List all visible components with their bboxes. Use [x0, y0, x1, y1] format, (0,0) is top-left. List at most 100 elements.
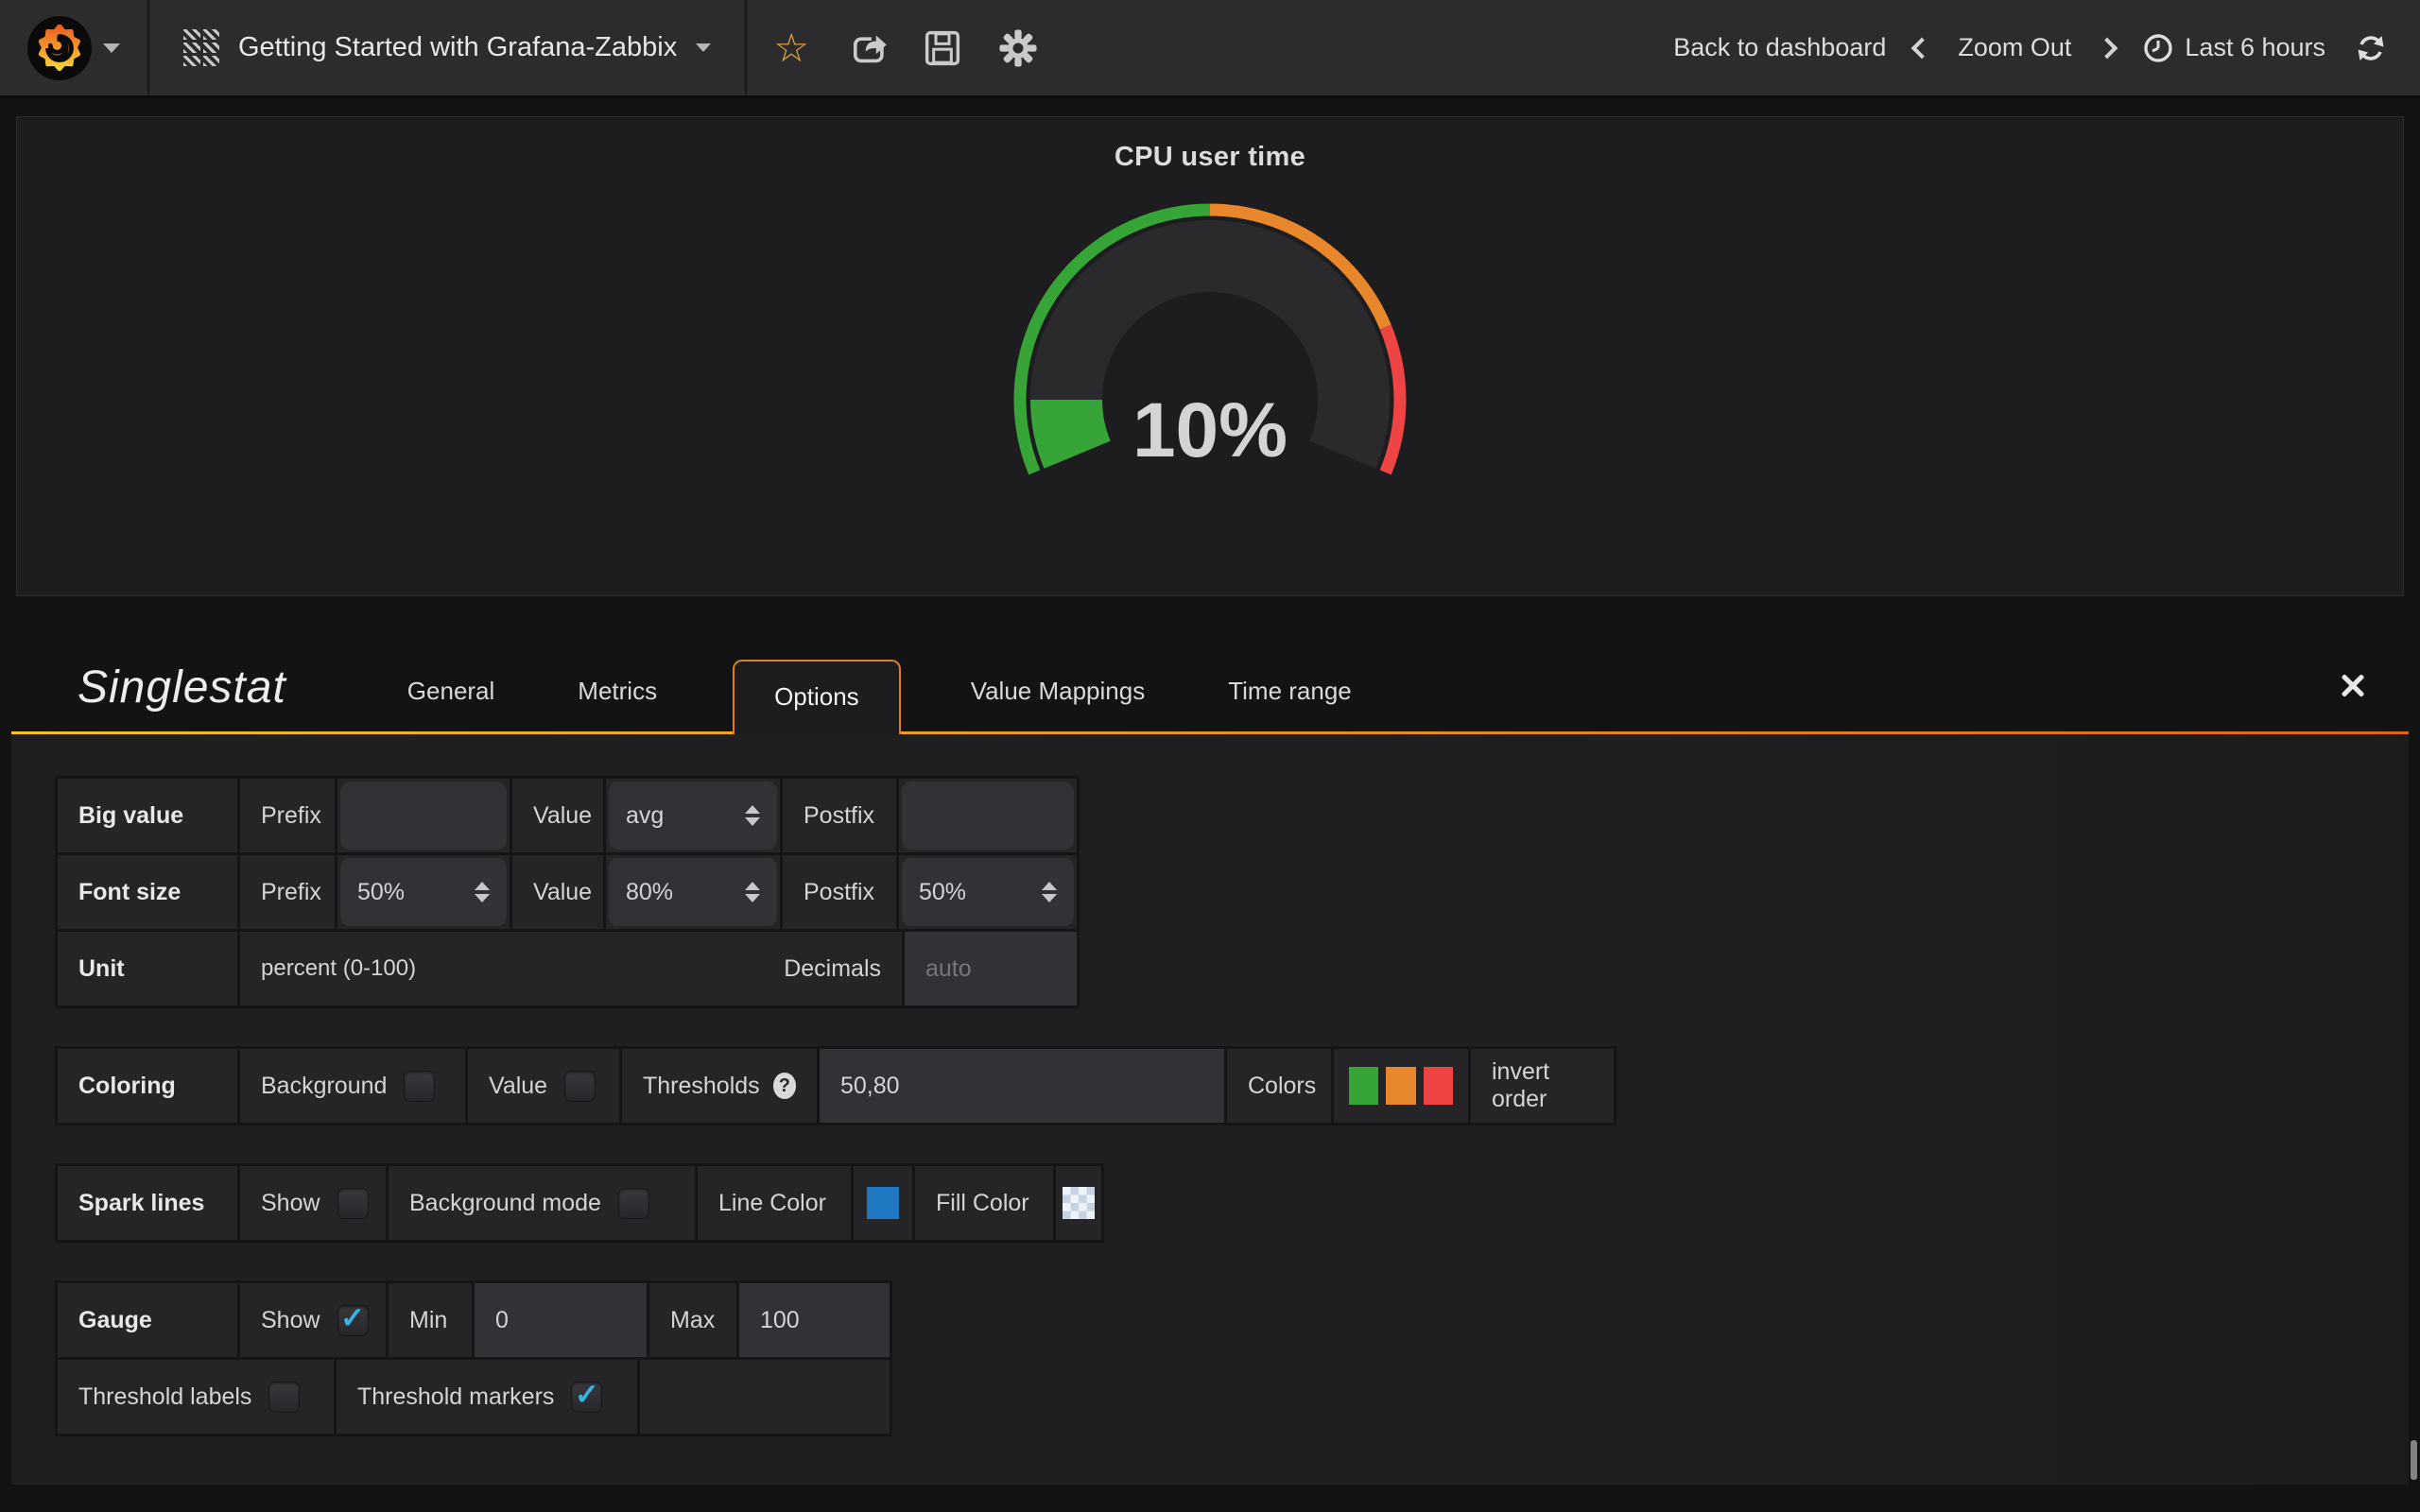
threshold-color-swatch-green[interactable] — [1349, 1067, 1378, 1105]
share-dashboard-button[interactable] — [836, 17, 898, 79]
save-icon — [923, 28, 962, 68]
decimals-input-cell[interactable] — [905, 932, 1077, 1005]
unit-select[interactable]: percent (0-100) — [261, 955, 416, 982]
settings-button[interactable] — [987, 17, 1049, 79]
tab-time-range[interactable]: Time range — [1220, 677, 1359, 734]
options-tab-content: Big value Prefix Value avg Postfix — [11, 734, 2409, 1485]
gauge-max-input — [760, 1307, 869, 1334]
time-shift-left-button[interactable] — [1911, 37, 1933, 59]
dashboard-icon — [183, 29, 219, 67]
gauge-min-input — [495, 1307, 626, 1334]
postfix-input[interactable] — [902, 782, 1074, 850]
panel-title[interactable]: CPU user time — [17, 117, 2403, 173]
threshold-color-swatch-orange[interactable] — [1386, 1067, 1415, 1105]
line-color-label: Line Color — [698, 1166, 851, 1240]
tab-general[interactable]: General — [400, 677, 503, 734]
thresholds-label-cell: Thresholds ? — [622, 1049, 817, 1123]
threshold-labels-checkbox[interactable] — [268, 1382, 300, 1413]
navbar-right: Back to dashboard Zoom Out Last 6 hours — [1673, 31, 2420, 65]
unit-head: Unit — [58, 932, 237, 1005]
select-arrows-icon — [745, 805, 760, 826]
font-value-select[interactable]: 80% — [609, 858, 777, 926]
prefix-input-cell — [337, 779, 510, 852]
font-postfix-label: Postfix — [783, 855, 896, 929]
decimals-label: Decimals — [784, 955, 881, 983]
coloring-block: Coloring Background Value Thresholds ? C… — [55, 1046, 1616, 1125]
share-icon — [846, 27, 888, 69]
spark-lines-row: Spark lines Show Background mode Line Co… — [58, 1166, 1101, 1240]
coloring-row: Coloring Background Value Thresholds ? C… — [58, 1049, 1614, 1123]
threshold-markers-cell: Threshold markers — [337, 1360, 637, 1434]
clock-icon — [2143, 33, 2173, 63]
font-prefix-select[interactable]: 50% — [340, 858, 507, 926]
colors-label: Colors — [1227, 1049, 1331, 1123]
dashboard-title-button[interactable]: Getting Started with Grafana-Zabbix — [149, 0, 747, 95]
gauge-show-checkbox[interactable] — [337, 1305, 369, 1336]
save-dashboard-button[interactable] — [911, 17, 974, 79]
coloring-background-checkbox[interactable] — [404, 1071, 435, 1102]
zoom-out-button[interactable]: Zoom Out — [1958, 33, 2071, 62]
sparkline-show-checkbox[interactable] — [337, 1188, 369, 1219]
sparkline-show-cell: Show — [240, 1166, 386, 1240]
postfix-label: Postfix — [783, 779, 896, 852]
grafana-logo-icon — [27, 16, 92, 80]
tab-options[interactable]: Options — [733, 660, 901, 734]
close-editor-button[interactable] — [2337, 670, 2369, 702]
threshold-markers-checkbox[interactable] — [571, 1382, 602, 1413]
font-prefix-select-cell: 50% — [337, 855, 510, 929]
thresholds-help-icon[interactable]: ? — [773, 1073, 796, 1099]
navbar-actions: ☆ — [747, 17, 1063, 79]
font-size-row: Font size Prefix 50% Value 80% — [58, 855, 1077, 929]
gauge-chart: 10% — [908, 194, 1512, 526]
fill-color-label: Fill Color — [915, 1166, 1053, 1240]
decimals-input — [925, 955, 1056, 983]
colors-swatches-cell — [1334, 1049, 1468, 1123]
fill-color-swatch[interactable] — [1063, 1187, 1095, 1219]
panel-editor-header: Singlestat General Metrics Options Value… — [11, 596, 2409, 734]
gauge-row: Gauge Show Min Max — [58, 1283, 890, 1357]
refresh-icon — [2354, 31, 2388, 65]
tab-value-mappings[interactable]: Value Mappings — [963, 677, 1153, 734]
font-prefix-label: Prefix — [240, 855, 335, 929]
back-to-dashboard-button[interactable]: Back to dashboard — [1673, 33, 1886, 62]
time-shift-right-button[interactable] — [2097, 37, 2118, 59]
threshold-color-swatch-red[interactable] — [1424, 1067, 1453, 1105]
threshold-toggles-row: Threshold labels Threshold markers — [58, 1360, 890, 1434]
background-mode-checkbox[interactable] — [618, 1188, 649, 1219]
unit-cell: percent (0-100) Decimals — [240, 932, 902, 1005]
refresh-button[interactable] — [2354, 31, 2388, 65]
grafana-menu-button[interactable] — [0, 0, 149, 95]
thresholds-input — [840, 1073, 1203, 1100]
empty-cell — [640, 1360, 890, 1434]
time-range-label: Last 6 hours — [2185, 33, 2325, 62]
singlestat-panel: CPU user time 10% — [16, 116, 2404, 596]
background-mode-cell: Background mode — [389, 1166, 695, 1240]
select-arrows-icon — [475, 882, 490, 902]
coloring-background-cell: Background — [240, 1049, 465, 1123]
coloring-value-cell: Value — [468, 1049, 619, 1123]
star-dashboard-button[interactable]: ☆ — [760, 17, 822, 79]
font-postfix-select-cell: 50% — [899, 855, 1077, 929]
top-navbar: Getting Started with Grafana-Zabbix ☆ — [0, 0, 2420, 98]
thresholds-input-cell[interactable] — [820, 1049, 1224, 1123]
gauge-value-arc — [1066, 400, 1078, 455]
big-value-head: Big value — [58, 779, 237, 852]
tab-metrics[interactable]: Metrics — [570, 677, 665, 734]
invert-order-button[interactable]: invert order — [1471, 1049, 1614, 1123]
value-stat-select[interactable]: avg — [609, 782, 777, 850]
scrollbar-thumb[interactable] — [2411, 1440, 2417, 1480]
coloring-head: Coloring — [58, 1049, 237, 1123]
line-color-swatch[interactable] — [867, 1187, 899, 1219]
coloring-value-checkbox[interactable] — [564, 1071, 596, 1102]
gauge-show-cell: Show — [240, 1283, 386, 1357]
time-range-picker-button[interactable]: Last 6 hours — [2143, 33, 2325, 63]
font-postfix-select[interactable]: 50% — [902, 858, 1074, 926]
gear-icon — [997, 27, 1039, 69]
gauge-min-input-cell[interactable] — [475, 1283, 647, 1357]
font-size-head: Font size — [58, 855, 237, 929]
panel-type-title: Singlestat — [78, 662, 286, 734]
value-stat-select-cell: avg — [606, 779, 780, 852]
gauge-max-input-cell[interactable] — [739, 1283, 890, 1357]
threshold-labels-cell: Threshold labels — [58, 1360, 334, 1434]
prefix-input[interactable] — [340, 782, 507, 850]
